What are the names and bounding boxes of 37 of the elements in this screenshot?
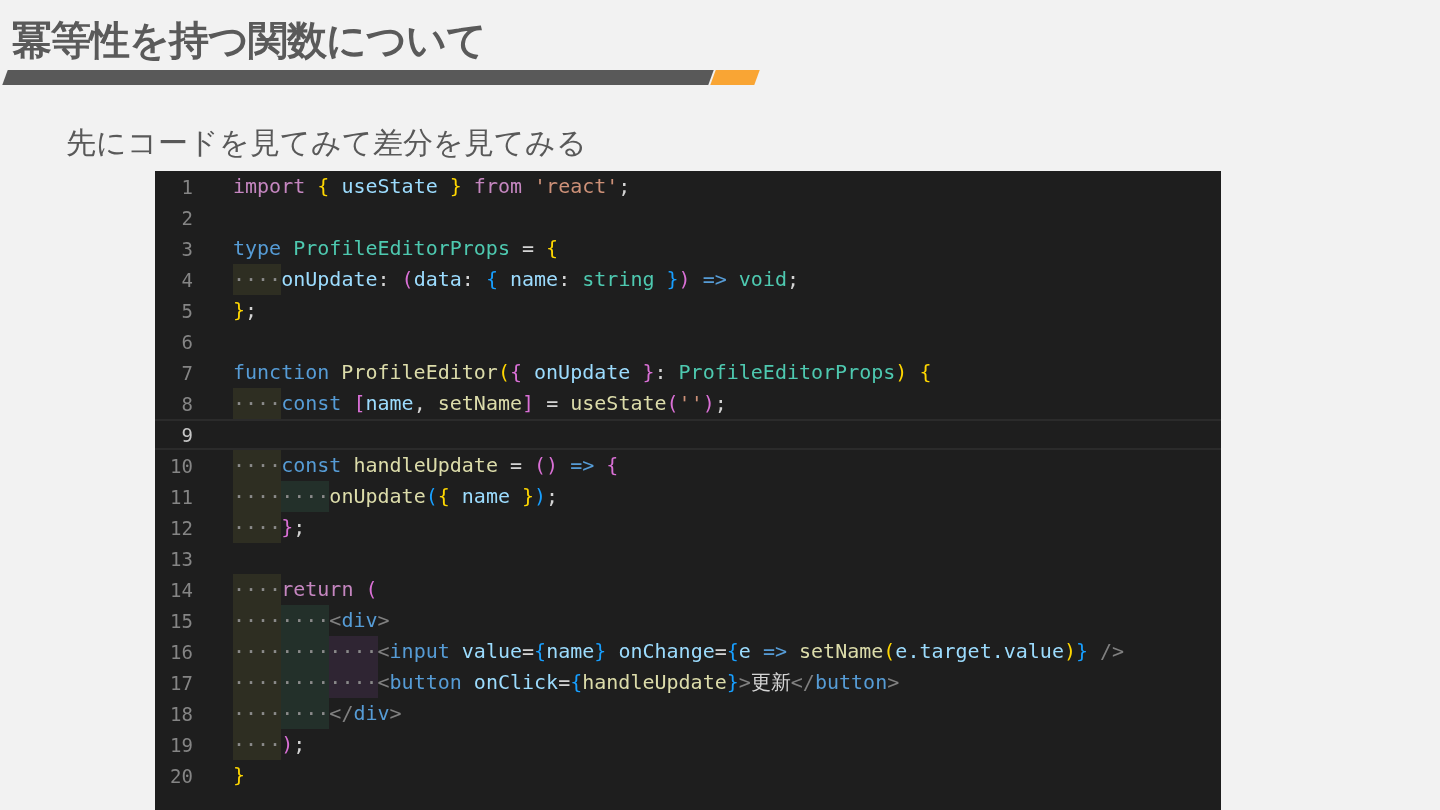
- line-number: 19: [169, 733, 193, 756]
- line-number: 2: [180, 206, 193, 229]
- code-line: ········</div>: [233, 698, 402, 729]
- code-line: ············<button onClick={handleUpdate}>更新</button>: [233, 667, 900, 698]
- line-number: 14: [169, 578, 193, 601]
- line-number: 18: [169, 702, 193, 725]
- code-line: ····const handleUpdate = () => {: [233, 450, 619, 481]
- code-line: ····onUpdate: (data: { name: string }) => void;: [233, 264, 800, 295]
- code-line: };: [233, 297, 258, 324]
- line-number: 8: [180, 392, 193, 415]
- code-line: type ProfileEditorProps = {: [233, 235, 559, 262]
- line-number: 5: [180, 299, 193, 322]
- line-number: 15: [169, 609, 193, 632]
- line-number: 13: [169, 547, 193, 570]
- line-number: 6: [180, 330, 193, 353]
- slide-subtitle: 先にコードを見てみて差分を見てみる: [66, 124, 587, 162]
- code-line: ····const [name, setName] = useState('');: [233, 388, 727, 419]
- line-number: 17: [169, 671, 193, 694]
- code-line: ········<div>: [233, 605, 390, 636]
- line-number: 20: [169, 764, 193, 787]
- code-line: }: [233, 762, 246, 789]
- line-number: 4: [180, 268, 193, 291]
- code-line: ····return (: [233, 574, 378, 605]
- line-number: 3: [180, 237, 193, 260]
- line-number: 16: [169, 640, 193, 663]
- code-line: ········onUpdate({ name });: [233, 481, 559, 512]
- line-number: 9: [180, 423, 193, 446]
- code-line: function ProfileEditor({ onUpdate }: ProfileEditorProps) {: [233, 359, 932, 386]
- code-line: ············<input value={name} onChange={e => setName(e.target.value)} />: [233, 636, 1125, 667]
- line-number: 10: [169, 454, 193, 477]
- code-line: import { useState } from 'react';: [233, 173, 631, 200]
- slide-title: 冪等性を持つ関数について: [12, 16, 486, 65]
- line-number: 1: [180, 175, 193, 198]
- line-number: 11: [169, 485, 193, 508]
- accent-bar: [710, 70, 760, 85]
- line-number: 7: [180, 361, 193, 384]
- line-number: 12: [169, 516, 193, 539]
